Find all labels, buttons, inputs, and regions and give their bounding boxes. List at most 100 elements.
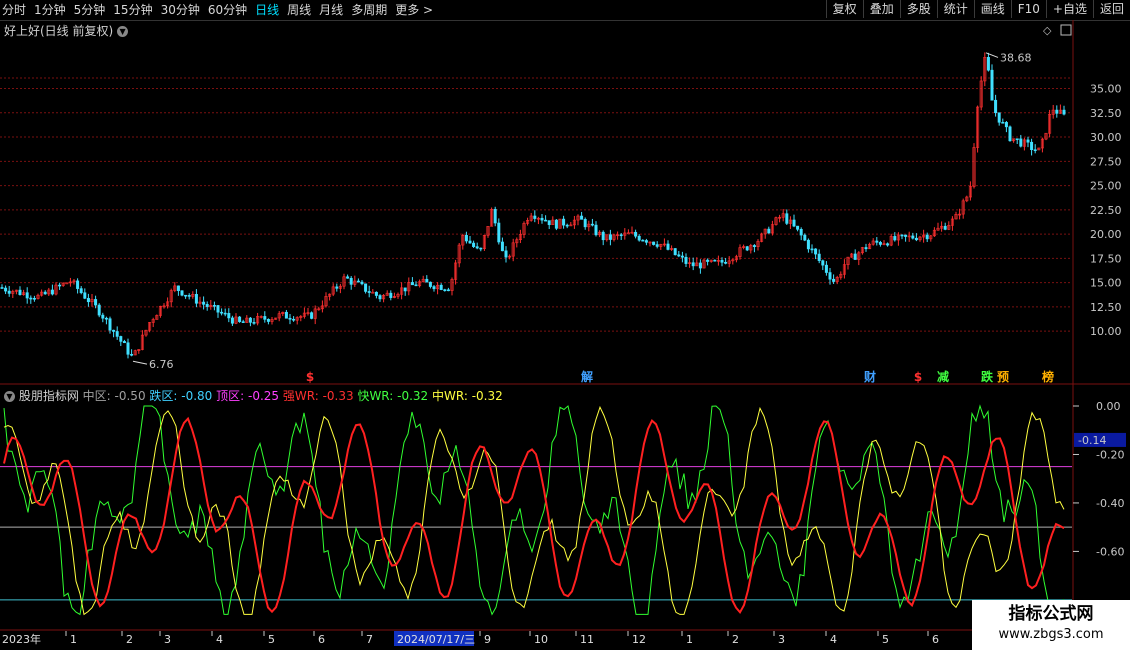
indicator-y-label: 0.00 bbox=[1096, 400, 1121, 413]
y-tick-label: 25.00 bbox=[1090, 180, 1122, 193]
fast-wr-line bbox=[3, 404, 1065, 616]
x-month-label: 9 bbox=[484, 633, 491, 646]
watermark-url: www.zbgs3.com bbox=[998, 627, 1104, 642]
event-marker-7: 榜 bbox=[1042, 369, 1054, 384]
candle-body bbox=[1026, 139, 1030, 143]
high-marker bbox=[985, 52, 999, 58]
candle-body bbox=[238, 316, 242, 322]
event-marker-4: 减 bbox=[937, 369, 949, 384]
candle-body bbox=[828, 272, 832, 280]
candle-body bbox=[706, 259, 710, 262]
indicator-y-label: -0.20 bbox=[1096, 448, 1124, 461]
chevron-down-icon[interactable]: ▼ bbox=[4, 391, 15, 402]
current-value-label: -0.14 bbox=[1078, 434, 1106, 447]
candle-body bbox=[439, 284, 443, 290]
candle-body bbox=[785, 213, 789, 224]
y-tick-label: 27.50 bbox=[1090, 155, 1122, 168]
candle-body bbox=[216, 305, 220, 313]
y-tick-label: 12.50 bbox=[1090, 301, 1122, 314]
candle-body bbox=[25, 292, 29, 299]
candle-body bbox=[184, 294, 188, 297]
x-month-label: 3 bbox=[778, 633, 785, 646]
candle-body bbox=[893, 236, 897, 241]
candle-body bbox=[792, 219, 796, 227]
candle-body bbox=[590, 223, 594, 226]
event-marker-1: 解 bbox=[581, 369, 593, 384]
candle-body bbox=[227, 313, 231, 319]
candle-body bbox=[202, 301, 206, 305]
candle-body bbox=[878, 242, 882, 245]
indicator-name: 股朋指标网 bbox=[18, 389, 79, 403]
event-marker-3: $ bbox=[914, 370, 922, 384]
candle-body bbox=[43, 291, 47, 295]
candle-body bbox=[108, 318, 112, 331]
candle-body bbox=[414, 284, 418, 287]
candle-body bbox=[119, 336, 123, 342]
candle-body bbox=[601, 231, 605, 241]
indicator-title[interactable]: ▼ 股朋指标网 中区: -0.50 跌区: -0.80 顶区: -0.25 强W… bbox=[4, 387, 503, 404]
candle-body bbox=[1019, 138, 1023, 147]
candle-body bbox=[220, 311, 224, 314]
y-tick-label: 35.00 bbox=[1090, 83, 1122, 96]
candle-body bbox=[673, 248, 677, 256]
candle-body bbox=[410, 282, 414, 286]
candle-body bbox=[29, 297, 33, 300]
candle-body bbox=[637, 235, 641, 241]
candle-body bbox=[641, 239, 645, 242]
candle-body bbox=[205, 304, 209, 307]
x-month-label: 1 bbox=[70, 633, 77, 646]
candle-body bbox=[7, 290, 11, 294]
kline-chart[interactable]: 35.0032.5030.0027.5025.0022.5020.0017.50… bbox=[0, 0, 1130, 650]
candle-body bbox=[1062, 109, 1066, 115]
candle-body bbox=[176, 285, 180, 292]
candle-body bbox=[680, 255, 684, 258]
candle-body bbox=[50, 289, 54, 295]
candle-body bbox=[724, 261, 728, 264]
candle-body bbox=[79, 288, 83, 294]
indicator-item-1: 跌区: -0.80 bbox=[145, 389, 213, 403]
candle-body bbox=[713, 259, 717, 262]
candle-body bbox=[497, 222, 501, 243]
low-marker bbox=[132, 360, 148, 365]
candle-body bbox=[83, 292, 87, 299]
candle-body bbox=[540, 217, 544, 221]
y-tick-label: 17.50 bbox=[1090, 252, 1122, 265]
candle-body bbox=[544, 219, 548, 222]
candle-body bbox=[853, 253, 857, 260]
candle-body bbox=[1004, 122, 1008, 128]
candle-body bbox=[364, 283, 368, 292]
window-icon bbox=[1060, 24, 1072, 36]
candle-body bbox=[864, 247, 868, 250]
x-month-label: 4 bbox=[830, 633, 837, 646]
indicator-item-4: 快WR: -0.32 bbox=[353, 389, 429, 403]
candle-body bbox=[720, 260, 724, 263]
candle-body bbox=[821, 260, 825, 266]
candle-body bbox=[677, 254, 681, 257]
candle-body bbox=[565, 224, 569, 227]
candle-body bbox=[594, 224, 598, 236]
candle-body bbox=[1030, 141, 1034, 151]
candle-body bbox=[248, 317, 252, 323]
event-marker-6: 预 bbox=[997, 370, 1009, 384]
candle-body bbox=[443, 289, 447, 291]
candle-body bbox=[997, 112, 1001, 123]
candle-body bbox=[86, 298, 90, 303]
candle-body bbox=[580, 215, 584, 220]
event-marker-0: $ bbox=[306, 370, 314, 384]
candle-body bbox=[252, 322, 256, 324]
candle-body bbox=[223, 312, 227, 315]
y-tick-label: 15.00 bbox=[1090, 277, 1122, 290]
candle-body bbox=[644, 240, 648, 243]
candle-body bbox=[389, 292, 393, 298]
candle-body bbox=[799, 229, 803, 236]
candle-body bbox=[994, 99, 998, 114]
candle-body bbox=[479, 247, 483, 250]
candle-body bbox=[425, 278, 429, 283]
candle-body bbox=[533, 215, 537, 219]
candle-body bbox=[493, 209, 497, 224]
candle-body bbox=[349, 277, 353, 285]
candle-body bbox=[990, 69, 994, 101]
candle-body bbox=[241, 321, 245, 323]
candle-body bbox=[886, 243, 890, 246]
candle-body bbox=[122, 341, 126, 344]
